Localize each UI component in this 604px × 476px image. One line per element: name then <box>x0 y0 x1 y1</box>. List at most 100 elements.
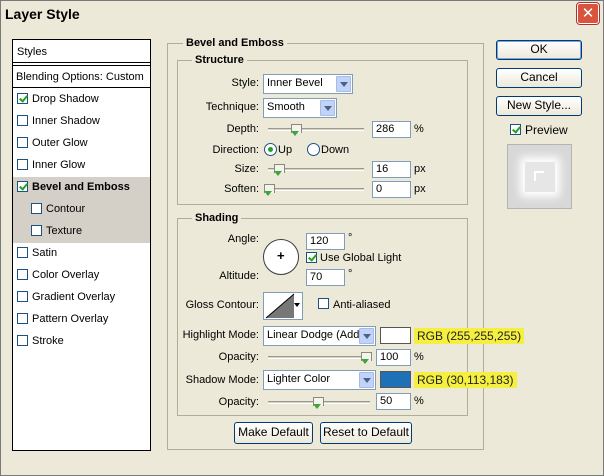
chevron-down-icon <box>336 76 351 92</box>
style-item-inner-shadow[interactable]: Inner Shadow <box>13 111 150 133</box>
style-item-color-overlay[interactable]: Color Overlay <box>13 265 150 287</box>
direction-up-radio[interactable] <box>264 143 277 156</box>
style-item-inner-glow[interactable]: Inner Glow <box>13 155 150 177</box>
direction-down-label: Down <box>321 144 350 156</box>
altitude-input[interactable]: 70 <box>306 269 345 286</box>
global-light-label: Use Global Light <box>320 252 402 264</box>
gradient-overlay-checkbox[interactable] <box>17 291 28 302</box>
depth-input[interactable]: 286 <box>372 121 411 138</box>
direction-up-label: Up <box>278 144 293 156</box>
highlight-opacity-input[interactable]: 100 <box>376 349 411 366</box>
cancel-button[interactable]: Cancel <box>496 68 582 88</box>
soften-label: Soften: <box>224 183 259 195</box>
close-icon: ✕ <box>581 5 595 22</box>
angle-label: Angle: <box>227 233 259 245</box>
style-item-label: Drop Shadow <box>32 93 99 105</box>
structure-title: Structure <box>192 54 247 66</box>
style-item-satin[interactable]: Satin <box>13 243 150 265</box>
angle-dial[interactable] <box>263 239 299 275</box>
style-item-label: Stroke <box>32 335 64 347</box>
preview-checkbox[interactable] <box>510 124 521 135</box>
gloss-contour-picker[interactable] <box>263 292 303 320</box>
size-unit: px <box>414 163 426 175</box>
drop-shadow-checkbox[interactable] <box>17 93 28 104</box>
style-item-label: Bevel and Emboss <box>32 181 130 193</box>
soften-slider-track[interactable] <box>268 188 364 191</box>
style-item-texture[interactable]: Texture <box>13 221 150 243</box>
size-input[interactable]: 16 <box>372 161 411 178</box>
shadow-mode-label: Shadow Mode: <box>185 374 259 386</box>
gloss-dropdown-arrow-icon[interactable] <box>294 303 300 307</box>
preview-thumbnail <box>507 144 572 209</box>
highlight-mode-label: Highlight Mode: <box>182 329 259 341</box>
highlight-color-swatch[interactable] <box>380 327 411 344</box>
inner-glow-checkbox[interactable] <box>17 159 28 170</box>
depth-slider-track[interactable] <box>268 128 364 131</box>
highlight-rgb-note: RGB (255,255,255) <box>414 328 525 344</box>
size-label: Size: <box>234 163 259 175</box>
style-item-label: Gradient Overlay <box>32 291 116 303</box>
technique-dropdown-value: Smooth <box>267 101 305 113</box>
shadow-opacity-label: Opacity: <box>218 396 259 408</box>
highlight-opacity-thumb[interactable] <box>361 352 372 364</box>
depth-unit: % <box>414 123 424 135</box>
shadow-opacity-thumb[interactable] <box>313 397 324 409</box>
style-item-pattern-overlay[interactable]: Pattern Overlay <box>13 309 150 331</box>
chevron-down-icon <box>359 328 374 344</box>
direction-label: Direction: <box>212 144 259 156</box>
color-overlay-checkbox[interactable] <box>17 269 28 280</box>
highlight-mode-dropdown[interactable]: Linear Dodge (Add) <box>263 326 376 346</box>
blending-options-item[interactable]: Blending Options: Custom <box>13 65 150 88</box>
altitude-unit: ° <box>348 268 353 280</box>
stroke-checkbox[interactable] <box>17 335 28 346</box>
close-button[interactable]: ✕ <box>577 3 599 24</box>
depth-slider-thumb[interactable] <box>291 124 302 136</box>
style-item-contour[interactable]: Contour <box>13 199 150 221</box>
title-bar: Layer Style ✕ <box>1 1 603 29</box>
highlight-opacity-unit: % <box>414 351 424 363</box>
ok-button[interactable]: OK <box>496 40 582 60</box>
texture-checkbox[interactable] <box>31 225 42 236</box>
dialog-title: Layer Style <box>5 6 80 22</box>
style-item-label: Inner Shadow <box>32 115 100 127</box>
shading-title: Shading <box>192 212 242 224</box>
anti-aliased-checkbox[interactable] <box>318 298 329 309</box>
reset-default-button[interactable]: Reset to Default <box>320 422 412 444</box>
shadow-rgb-note: RGB (30,113,183) <box>414 372 517 388</box>
preview-shape <box>525 162 555 192</box>
bevel-emboss-checkbox[interactable] <box>17 181 28 192</box>
shadow-color-swatch[interactable] <box>380 371 411 388</box>
technique-dropdown[interactable]: Smooth <box>263 98 337 118</box>
chevron-down-icon <box>320 100 335 116</box>
shadow-opacity-input[interactable]: 50 <box>376 393 411 410</box>
satin-checkbox[interactable] <box>17 247 28 258</box>
anti-aliased-label: Anti-aliased <box>333 299 391 311</box>
highlight-opacity-label: Opacity: <box>218 351 259 363</box>
new-style-button[interactable]: New Style... <box>496 96 582 116</box>
style-dropdown[interactable]: Inner Bevel <box>263 74 353 94</box>
style-item-drop-shadow[interactable]: Drop Shadow <box>13 89 150 111</box>
size-slider-thumb[interactable] <box>274 164 285 176</box>
global-light-checkbox[interactable] <box>306 252 317 263</box>
direction-down-radio[interactable] <box>307 143 320 156</box>
pattern-overlay-checkbox[interactable] <box>17 313 28 324</box>
shadow-opacity-unit: % <box>414 395 424 407</box>
chevron-down-icon <box>359 372 374 388</box>
angle-input[interactable]: 120 <box>306 233 345 250</box>
outer-glow-checkbox[interactable] <box>17 137 28 148</box>
style-item-bevel-emboss[interactable]: Bevel and Emboss <box>13 177 150 199</box>
style-item-label: Texture <box>46 225 83 237</box>
bevel-emboss-title: Bevel and Emboss <box>183 37 287 49</box>
soften-input[interactable]: 0 <box>372 181 411 198</box>
style-item-gradient-overlay[interactable]: Gradient Overlay <box>13 287 150 309</box>
make-default-button[interactable]: Make Default <box>234 422 313 444</box>
highlight-opacity-track[interactable] <box>268 356 370 359</box>
inner-shadow-checkbox[interactable] <box>17 115 28 126</box>
soften-slider-thumb[interactable] <box>264 184 275 196</box>
style-item-stroke[interactable]: Stroke <box>13 331 150 353</box>
style-item-outer-glow[interactable]: Outer Glow <box>13 133 150 155</box>
styles-header[interactable]: Styles <box>13 40 150 63</box>
preview-label: Preview <box>525 123 568 137</box>
shadow-mode-dropdown[interactable]: Lighter Color <box>263 370 376 390</box>
contour-checkbox[interactable] <box>31 203 42 214</box>
